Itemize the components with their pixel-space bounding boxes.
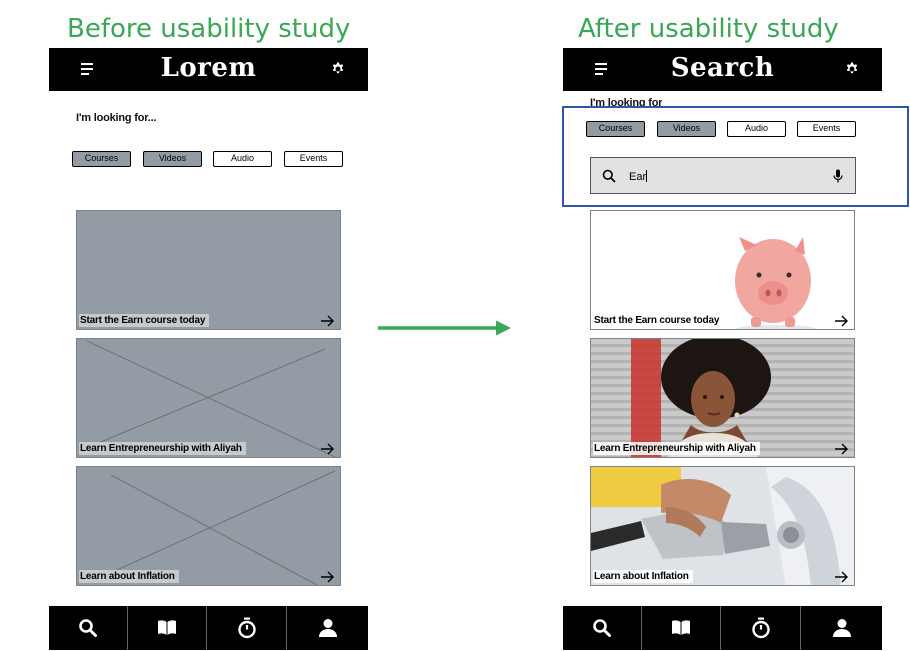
course-card[interactable]: Learn about Inflation [590, 466, 855, 586]
nav-library[interactable] [128, 606, 207, 650]
search-prompt: I'm looking for... [76, 112, 157, 124]
header-bar: Lorem [49, 48, 368, 91]
card-label: Start the Earn course today [593, 314, 724, 327]
bottom-nav [49, 606, 368, 650]
image-placeholder-icon [78, 340, 336, 457]
profile-icon [832, 619, 851, 637]
nav-library[interactable] [642, 606, 721, 650]
change-highlight-box [562, 106, 909, 207]
woman-portrait-photo [591, 339, 854, 457]
piggy-bank-photo [591, 211, 854, 329]
chip-events[interactable]: Events [284, 151, 343, 167]
chip-courses[interactable]: Courses [72, 151, 131, 167]
bottom-nav [563, 606, 882, 650]
nav-profile[interactable] [288, 606, 367, 650]
after-section-title: After usability study [578, 14, 839, 44]
profile-icon [318, 619, 337, 637]
gear-icon[interactable] [331, 62, 345, 76]
arrow-right-icon [835, 443, 848, 455]
nav-timer[interactable] [722, 606, 801, 650]
nav-profile[interactable] [802, 606, 881, 650]
search-icon [79, 619, 97, 637]
card-label: Learn about Inflation [593, 570, 693, 583]
course-card[interactable]: Start the Earn course today [590, 210, 855, 330]
course-card[interactable]: Learn Entrepreneurship with Aliyah [590, 338, 855, 458]
card-label: Start the Earn course today [79, 314, 210, 327]
book-icon [672, 620, 690, 635]
book-icon [158, 620, 176, 635]
gear-icon[interactable] [845, 62, 859, 76]
timer-icon [238, 617, 256, 639]
arrow-right-icon [321, 315, 334, 327]
before-phone-screen: Lorem I'm looking for... Courses Videos … [49, 48, 368, 651]
fuel-pump-photo [591, 467, 854, 585]
app-title: Search [670, 53, 775, 83]
app-title: Lorem [160, 53, 257, 83]
card-label: Learn Entrepreneurship with Aliyah [593, 442, 760, 455]
card-label: Learn about Inflation [79, 570, 179, 583]
search-prompt: I'm looking for [590, 97, 663, 106]
header-bar: Search [563, 48, 882, 91]
nav-search[interactable] [49, 606, 128, 650]
before-section-title: Before usability study [67, 14, 351, 44]
chip-audio[interactable]: Audio [213, 151, 272, 167]
search-icon [593, 619, 611, 637]
timer-icon [752, 617, 770, 639]
chip-videos[interactable]: Videos [143, 151, 202, 167]
transition-arrow-icon [378, 320, 511, 336]
image-placeholder-icon [96, 470, 336, 585]
arrow-right-icon [321, 443, 334, 455]
arrow-right-icon [321, 571, 334, 583]
nav-search[interactable] [563, 606, 642, 650]
card-label: Learn Entrepreneurship with Aliyah [79, 442, 246, 455]
course-card[interactable]: Learn Entrepreneurship with Aliyah [76, 338, 341, 458]
course-card[interactable]: Learn about Inflation [76, 466, 341, 586]
course-card[interactable]: Start the Earn course today [76, 210, 341, 330]
arrow-right-icon [835, 315, 848, 327]
nav-timer[interactable] [208, 606, 287, 650]
arrow-right-icon [835, 571, 848, 583]
